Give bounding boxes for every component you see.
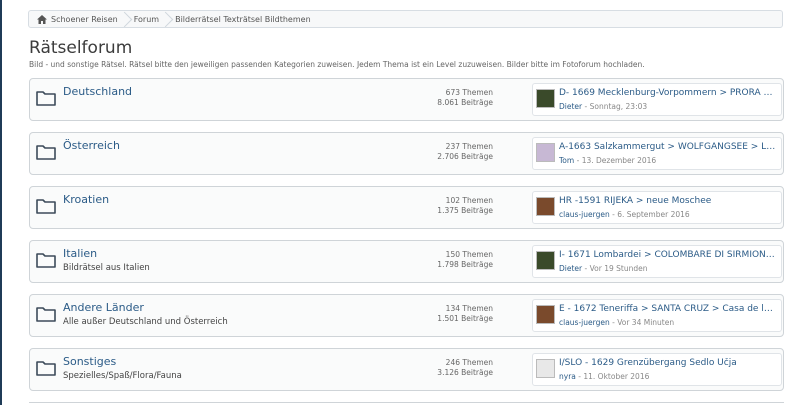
forum-stats: 102 Themen 1.375 Beiträge bbox=[410, 196, 493, 216]
forum-row[interactable]: Deutschland 673 Themen 8.061 Beiträge D-… bbox=[29, 78, 784, 121]
forum-title[interactable]: Italien bbox=[63, 247, 97, 260]
themes-count: 134 Themen bbox=[445, 304, 493, 313]
last-post-user[interactable]: Tom bbox=[559, 156, 574, 165]
last-post-user[interactable]: claus-juergen bbox=[559, 210, 610, 219]
last-post-meta: claus-juergen - 6. September 2016 bbox=[559, 210, 690, 219]
folder-icon bbox=[36, 145, 56, 160]
themes-count: 246 Themen bbox=[445, 358, 493, 367]
folder-icon bbox=[36, 253, 56, 268]
forum-title[interactable]: Kroatien bbox=[63, 193, 109, 206]
folder-icon bbox=[36, 199, 56, 214]
forum-stats: 237 Themen 2.706 Beiträge bbox=[410, 142, 493, 162]
breadcrumb-label: Bilderrätsel Texträtsel Bildthemen bbox=[175, 14, 311, 24]
themes-count: 102 Themen bbox=[445, 196, 493, 205]
posts-count: 1.375 Beiträge bbox=[437, 206, 493, 215]
home-icon bbox=[37, 14, 47, 24]
last-post-title[interactable]: I/SLO - 1629 Grenzübergang Sedlo Učja bbox=[559, 358, 777, 368]
breadcrumb-category[interactable]: Bilderrätsel Texträtsel Bildthemen bbox=[167, 11, 319, 27]
last-post-meta: Tom - 13. Dezember 2016 bbox=[559, 156, 656, 165]
forum-subtitle: Alle außer Deutschland und Österreich bbox=[63, 317, 228, 327]
last-post-title[interactable]: D- 1669 Mecklenburg-Vorpommern > PRORA >… bbox=[559, 88, 777, 98]
forum-stats: 246 Themen 3.126 Beiträge bbox=[410, 358, 493, 378]
avatar[interactable] bbox=[536, 251, 555, 270]
last-post-date: 13. Dezember 2016 bbox=[581, 156, 657, 165]
breadcrumb-label: Forum bbox=[133, 14, 160, 24]
forum-stats: 673 Themen 8.061 Beiträge bbox=[410, 88, 493, 108]
forum-subtitle: Bildrätsel aus Italien bbox=[63, 263, 150, 273]
forum-row[interactable]: Andere Länder Alle außer Deutschland und… bbox=[29, 294, 784, 337]
breadcrumb-home[interactable]: Schoener Reisen bbox=[29, 11, 126, 27]
avatar[interactable] bbox=[536, 359, 555, 378]
last-post-meta: Dieter - Vor 19 Stunden bbox=[559, 264, 647, 273]
last-post-date: Vor 34 Minuten bbox=[617, 318, 675, 327]
last-post: I- 1671 Lombardei > COLOMBARE DI SIRMION… bbox=[532, 245, 782, 278]
last-post-title[interactable]: A-1663 Salzkammergut > WOLFGANGSEE > Lat… bbox=[559, 142, 777, 152]
last-post-date: 11. Oktober 2016 bbox=[583, 372, 650, 381]
last-post-meta: Dieter - Sonntag, 23:03 bbox=[559, 102, 647, 111]
posts-count: 2.706 Beiträge bbox=[437, 152, 493, 161]
forum-title[interactable]: Österreich bbox=[63, 139, 120, 152]
forum-title[interactable]: Sonstiges bbox=[63, 355, 116, 368]
forum-subtitle: Spezielles/Spaß/Flora/Fauna bbox=[63, 371, 182, 381]
posts-count: 8.061 Beiträge bbox=[437, 98, 493, 107]
forum-title[interactable]: Deutschland bbox=[63, 85, 132, 98]
last-post: D- 1669 Mecklenburg-Vorpommern > PRORA >… bbox=[532, 83, 782, 116]
breadcrumb-label: Schoener Reisen bbox=[51, 14, 118, 24]
avatar[interactable] bbox=[536, 143, 555, 162]
forum-row[interactable]: Kroatien 102 Themen 1.375 Beiträge HR -1… bbox=[29, 186, 784, 229]
forum-title[interactable]: Andere Länder bbox=[63, 301, 144, 314]
posts-count: 3.126 Beiträge bbox=[437, 368, 493, 377]
forum-row[interactable]: Österreich 237 Themen 2.706 Beiträge A-1… bbox=[29, 132, 784, 175]
themes-count: 150 Themen bbox=[445, 250, 493, 259]
last-post-date: Sonntag, 23:03 bbox=[589, 102, 648, 111]
themes-count: 237 Themen bbox=[445, 142, 493, 151]
page-title: Rätselforum bbox=[29, 38, 133, 58]
avatar[interactable] bbox=[536, 305, 555, 324]
avatar[interactable] bbox=[536, 89, 555, 108]
last-post: A-1663 Salzkammergut > WOLFGANGSEE > Lat… bbox=[532, 137, 782, 170]
last-post-meta: nyra - 11. Oktober 2016 bbox=[559, 372, 649, 381]
last-post-user[interactable]: claus-juergen bbox=[559, 318, 610, 327]
forum-row[interactable]: Sonstiges Spezielles/Spaß/Flora/Fauna 24… bbox=[29, 348, 784, 391]
last-post-title[interactable]: E - 1672 Teneriffa > SANTA CRUZ > Casa d… bbox=[559, 304, 777, 314]
last-post-title[interactable]: I- 1671 Lombardei > COLOMBARE DI SIRMION… bbox=[559, 250, 777, 260]
page-description: Bild - und sonstige Rätsel. Rätsel bitte… bbox=[29, 60, 645, 69]
last-post-user[interactable]: nyra bbox=[559, 372, 576, 381]
breadcrumb: Schoener Reisen Forum Bilderrätsel Textr… bbox=[28, 10, 783, 28]
last-post-date: 6. September 2016 bbox=[617, 210, 690, 219]
last-post: E - 1672 Teneriffa > SANTA CRUZ > Casa d… bbox=[532, 299, 782, 332]
posts-count: 1.798 Beiträge bbox=[437, 260, 493, 269]
last-post-user[interactable]: Dieter bbox=[559, 264, 582, 273]
last-post-date: Vor 19 Stunden bbox=[589, 264, 648, 273]
folder-icon bbox=[36, 361, 56, 376]
forum-stats: 134 Themen 1.501 Beiträge bbox=[410, 304, 493, 324]
last-post-meta: claus-juergen - Vor 34 Minuten bbox=[559, 318, 674, 327]
avatar[interactable] bbox=[536, 197, 555, 216]
themes-count: 673 Themen bbox=[445, 88, 493, 97]
posts-count: 1.501 Beiträge bbox=[437, 314, 493, 323]
forum-row[interactable]: Italien Bildrätsel aus Italien 150 Theme… bbox=[29, 240, 784, 283]
last-post: HR -1591 RIJEKA > neue Moschee claus-jue… bbox=[532, 191, 782, 224]
folder-icon bbox=[36, 307, 56, 322]
window-edge bbox=[0, 0, 2, 405]
forum-stats: 150 Themen 1.798 Beiträge bbox=[410, 250, 493, 270]
last-post-user[interactable]: Dieter bbox=[559, 102, 582, 111]
folder-icon bbox=[36, 91, 56, 106]
last-post-title[interactable]: HR -1591 RIJEKA > neue Moschee bbox=[559, 196, 777, 206]
last-post: I/SLO - 1629 Grenzübergang Sedlo Učja ny… bbox=[532, 353, 782, 386]
